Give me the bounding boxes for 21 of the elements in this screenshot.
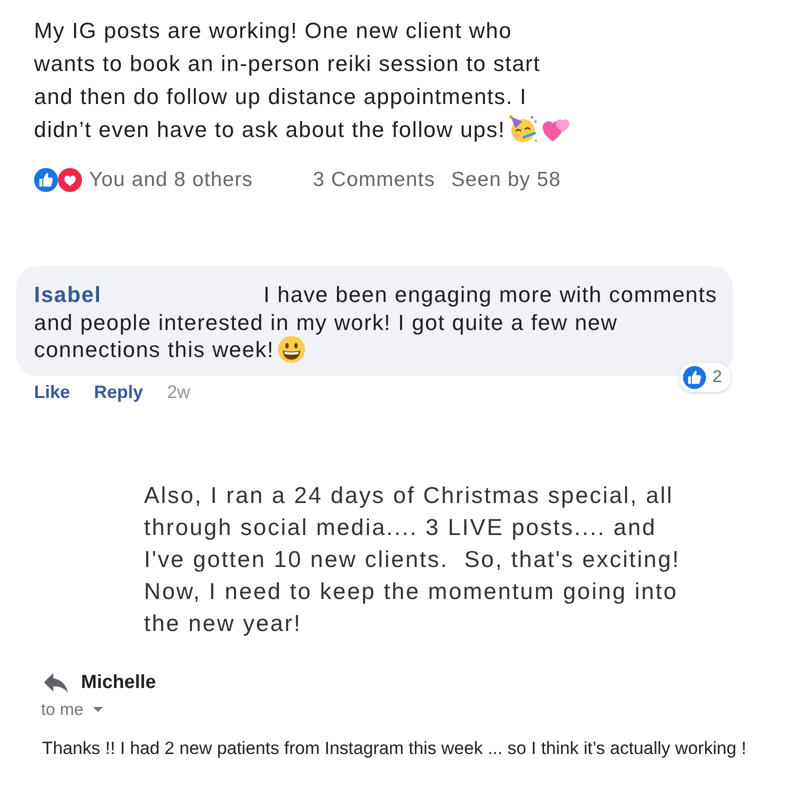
comment-author[interactable]: Isabel [34, 282, 102, 307]
reaction-badge[interactable]: 2 [678, 362, 731, 392]
comment-action-link[interactable]: Reply [94, 380, 144, 402]
reaction-count: 2 [712, 366, 722, 388]
post-text: My IG posts are working! One new client who wants to book an in-person reiki session to start and then do follow up distance appointments. I didn’t even have to ask about the follow ups! [34, 14, 575, 146]
caret-down-icon[interactable] [92, 707, 103, 712]
comment-action-link[interactable]: Like [34, 380, 70, 402]
partying-face-icon [508, 114, 538, 144]
sender-name: Michelle [81, 672, 156, 694]
like-icon [682, 366, 706, 388]
message-text: Also, I ran a 24 days of Christmas special, all through social media.... 3 LIVE posts.... and I've gotten 10 new clients. So, that's exciting! Now, I need to keep the momentum going into the new year! [144, 480, 682, 638]
reactions-summary[interactable]: You and 8 others [89, 168, 253, 192]
reply-arrow-icon[interactable] [44, 672, 68, 692]
grinning-face-icon [278, 336, 306, 363]
comments-count[interactable]: 3 Comments [312, 168, 436, 192]
comment-time[interactable]: 2w [167, 380, 190, 402]
comment-text: Isabel I have been engaging more with comments and people interested in my work! I got quite a few new connections this week! [34, 281, 718, 364]
seen-by-count[interactable]: Seen by 58 [451, 168, 561, 192]
like-icon [34, 168, 58, 192]
recipient-label: to me [41, 700, 84, 720]
email-body: Thanks !! I had 2 new patients from Instagram this week ... so I think it’s actually working ! [42, 736, 746, 758]
